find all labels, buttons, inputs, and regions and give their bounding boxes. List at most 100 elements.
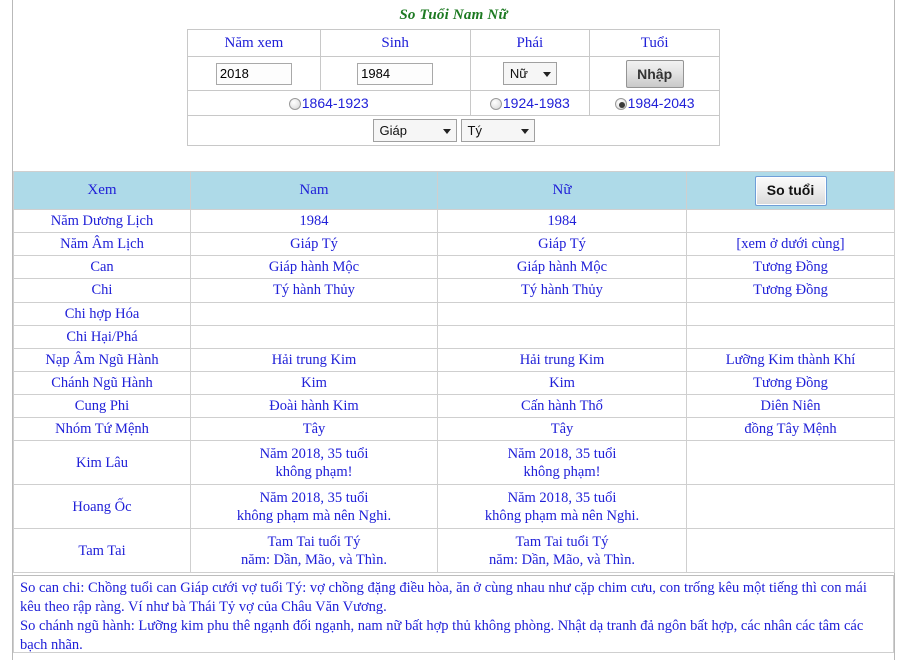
phai-select[interactable]: Nữ <box>502 62 557 85</box>
cell-nu: Kim <box>437 370 687 396</box>
label-nam-xem: Năm xem <box>187 29 321 57</box>
cell-xem: Chi Hại/Phá <box>13 324 191 349</box>
radio-icon-1984-2043[interactable] <box>614 97 627 110</box>
cell-nu: Tây <box>437 417 687 442</box>
cell-xem: Nhóm Tứ Mệnh <box>13 417 191 442</box>
cell-phai-select: Nữ <box>469 56 591 91</box>
column-header-compare: So tuổi <box>686 171 895 210</box>
cell-so-tuoi: Diên Niên <box>686 393 895 419</box>
phai-select-value: Nữ <box>509 66 528 81</box>
cell-submit-button: Nhập <box>589 56 720 91</box>
cell-nam: Đoài hành Kim <box>190 393 438 419</box>
nhap-button[interactable]: Nhập <box>625 59 684 88</box>
label-phai: Phái <box>469 29 591 57</box>
cell-nam: Tam Tai tuổi Tý năm: Dần, Mão, và Thìn. <box>190 528 438 574</box>
table-row: Kim Lâu Năm 2018, 35 tuổi không phạm! Năm 2… <box>13 440 895 486</box>
cell-can-chi-selects: Giáp Tý <box>187 115 720 146</box>
radio-icon-1864-1923[interactable] <box>288 97 301 110</box>
note-line-2: So chánh ngũ hành: Lưỡng kim phu thê ngạ… <box>20 618 864 654</box>
input-form-table: Năm xem Sinh Phái Tuổi Nữ <box>187 29 720 146</box>
column-header-nu: Nữ <box>437 171 687 210</box>
cell-nam: Giáp hành Mộc <box>190 255 438 280</box>
cell-nu: Năm 2018, 35 tuổi không phạm! <box>437 440 687 486</box>
label-sinh: Sinh <box>319 29 471 57</box>
form-header-row: Năm xem Sinh Phái Tuổi <box>187 29 720 57</box>
cell-so-tuoi <box>686 528 895 574</box>
table-row: Nhóm Tứ Mệnh Tây Tây đồng Tây Mệnh <box>13 417 895 442</box>
table-row: Tam Tai Tam Tai tuổi Tý năm: Dần, Mão, và … <box>13 528 895 574</box>
nam-xem-input[interactable] <box>215 62 292 85</box>
result-table: Xem Nam Nữ So tuổi Năm Dương Lịch 1984 198… <box>13 171 895 574</box>
radio-icon-1924-1983[interactable] <box>489 97 502 110</box>
cell-xem: Cung Phi <box>13 393 191 419</box>
cell-so-tuoi <box>686 301 895 326</box>
cell-xem: Hoang Ốc <box>13 484 191 530</box>
cell-nam-xem-input <box>187 56 321 91</box>
cell-nam <box>190 301 438 326</box>
cell-xem: Chi <box>13 278 191 303</box>
cell-so-tuoi <box>686 440 895 486</box>
range-label-1864-1923: 1864-1923 <box>301 94 369 111</box>
chevron-down-icon <box>442 128 451 134</box>
cell-xem: Kim Lâu <box>13 440 191 486</box>
cell-nu: Giáp hành Mộc <box>437 255 687 280</box>
range-option-1984-2043[interactable]: 1984-2043 <box>589 90 720 116</box>
table-row: Chi hợp Hóa <box>13 301 895 326</box>
cell-nam <box>190 324 438 349</box>
cell-nam: Tây <box>190 417 438 442</box>
so-tuoi-button[interactable]: So tuổi <box>754 175 827 206</box>
cell-so-tuoi <box>686 484 895 530</box>
range-label-1984-2043: 1984-2043 <box>627 94 695 111</box>
sinh-input[interactable] <box>357 62 434 85</box>
cell-nam: 1984 <box>190 208 438 234</box>
can-chi-row: Giáp Tý <box>187 115 720 146</box>
column-header-nam: Nam <box>190 171 438 210</box>
cell-so-tuoi: Tương Đồng <box>686 370 895 396</box>
result-table-header-row: Xem Nam Nữ So tuổi <box>13 171 895 210</box>
label-tuoi: Tuổi <box>589 29 720 57</box>
cell-nu: Cấn hành Thổ <box>437 393 687 419</box>
range-option-1924-1983[interactable]: 1924-1983 <box>469 90 591 116</box>
can-select[interactable]: Giáp <box>372 119 457 142</box>
table-row: Nạp Âm Ngũ Hành Hải trung Kim Hải trung Ki… <box>13 347 895 372</box>
cell-xem: Nạp Âm Ngũ Hành <box>13 347 191 372</box>
cell-so-tuoi: Tương Đồng <box>686 255 895 280</box>
page-title: So Tuổi Nam Nữ <box>399 7 508 23</box>
cell-nu: 1984 <box>437 208 687 234</box>
cell-nu: Tam Tai tuổi Tý năm: Dần, Mão, và Thìn. <box>437 528 687 574</box>
cell-nu <box>437 301 687 326</box>
range-option-1864-1923[interactable]: 1864-1923 <box>187 90 471 116</box>
cell-so-tuoi <box>686 208 895 234</box>
cell-xem: Can <box>13 255 191 280</box>
chi-select[interactable]: Tý <box>460 119 535 142</box>
cell-xem: Tam Tai <box>13 528 191 574</box>
cell-so-tuoi: Tương Đồng <box>686 278 895 303</box>
cell-nam: Năm 2018, 35 tuổi không phạm! <box>190 440 438 486</box>
cell-xem: Chánh Ngũ Hành <box>13 370 191 396</box>
chevron-down-icon <box>542 71 551 77</box>
cell-so-tuoi: Lưỡng Kim thành Khí <box>686 347 895 372</box>
table-row: Năm Âm Lịch Giáp Tý Giáp Tý [xem ở dưới cùn… <box>13 232 895 257</box>
table-row: Can Giáp hành Mộc Giáp hành Mộc Tương Đồng <box>13 255 895 280</box>
cell-so-tuoi <box>686 324 895 349</box>
cell-so-tuoi: [xem ở dưới cùng] <box>686 232 895 257</box>
page-root: So Tuổi Nam Nữ Năm xem Sinh Phái Tuổi Nữ <box>0 0 906 660</box>
cell-nam: Năm 2018, 35 tuổi không phạm mà nên Nghi. <box>190 484 438 530</box>
table-row: Hoang Ốc Năm 2018, 35 tuổi không phạm mà n… <box>13 484 895 530</box>
cell-xem: Chi hợp Hóa <box>13 301 191 326</box>
cell-nam: Tý hành Thủy <box>190 278 438 303</box>
range-label-1924-1983: 1924-1983 <box>502 94 570 111</box>
cell-nu: Năm 2018, 35 tuổi không phạm mà nên Nghi. <box>437 484 687 530</box>
form-input-row: Nữ Nhập <box>187 56 720 91</box>
chi-select-value: Tý <box>467 123 482 138</box>
range-radio-row: 1864-1923 1924-1983 1984-2043 <box>187 90 720 116</box>
cell-sinh-input <box>319 56 471 91</box>
cell-xem: Năm Âm Lịch <box>13 232 191 257</box>
cell-xem: Năm Dương Lịch <box>13 208 191 234</box>
chevron-down-icon <box>520 128 529 134</box>
cell-nam: Kim <box>190 370 438 396</box>
cell-nu: Hải trung Kim <box>437 347 687 372</box>
table-row: Chi Hại/Phá <box>13 324 895 349</box>
cell-nu: Giáp Tý <box>437 232 687 257</box>
result-table-body: Năm Dương Lịch 1984 1984 Năm Âm Lịch Giáp Tý… <box>13 208 895 574</box>
